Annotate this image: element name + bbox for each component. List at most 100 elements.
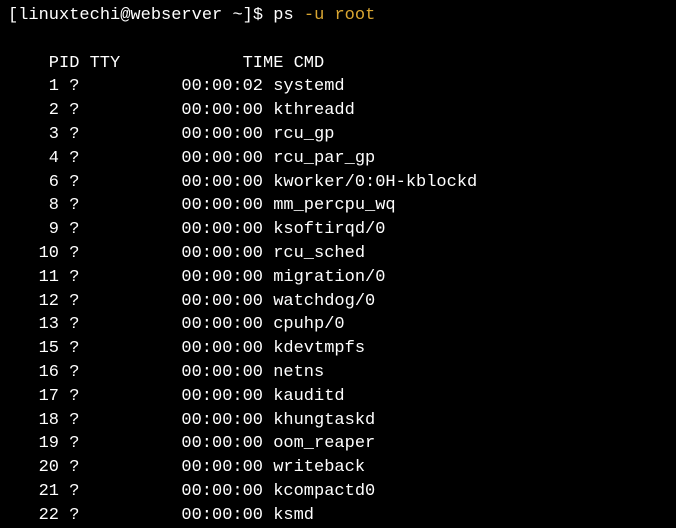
time-value: 00:00:00 xyxy=(100,266,263,290)
table-row: 20?00:00:00writeback xyxy=(8,456,668,480)
ps-output-rows: 1?00:00:02systemd2?00:00:00kthreadd3?00:… xyxy=(8,75,668,527)
time-value: 00:00:00 xyxy=(100,337,263,361)
header-time: TIME xyxy=(120,52,283,76)
table-row: 16?00:00:00netns xyxy=(8,361,668,385)
pid-value: 15 xyxy=(8,337,59,361)
pid-value: 10 xyxy=(8,242,59,266)
tty-value: ? xyxy=(59,266,100,290)
ps-output-header: PIDTTYTIMECMD xyxy=(8,28,668,76)
pid-value: 9 xyxy=(8,218,59,242)
pid-value: 21 xyxy=(8,480,59,504)
prompt-close-bracket: ] xyxy=(243,4,253,28)
tty-value: ? xyxy=(59,123,100,147)
pid-value: 4 xyxy=(8,147,59,171)
cmd-value: khungtaskd xyxy=(263,409,375,433)
tty-value: ? xyxy=(59,171,100,195)
tty-value: ? xyxy=(59,504,100,528)
pid-value: 19 xyxy=(8,432,59,456)
table-row: 4?00:00:00rcu_par_gp xyxy=(8,147,668,171)
pid-value: 16 xyxy=(8,361,59,385)
table-row: 3?00:00:00rcu_gp xyxy=(8,123,668,147)
time-value: 00:00:00 xyxy=(100,194,263,218)
tty-value: ? xyxy=(59,75,100,99)
time-value: 00:00:00 xyxy=(100,480,263,504)
tty-value: ? xyxy=(59,99,100,123)
tty-value: ? xyxy=(59,313,100,337)
cmd-value: migration/0 xyxy=(263,266,385,290)
pid-value: 20 xyxy=(8,456,59,480)
header-tty: TTY xyxy=(79,52,120,76)
cmd-value: kcompactd0 xyxy=(263,480,375,504)
table-row: 15?00:00:00kdevtmpfs xyxy=(8,337,668,361)
cmd-value: ksmd xyxy=(263,504,314,528)
cmd-value: cpuhp/0 xyxy=(263,313,345,337)
pid-value: 2 xyxy=(8,99,59,123)
table-row: 9?00:00:00ksoftirqd/0 xyxy=(8,218,668,242)
pid-value: 8 xyxy=(8,194,59,218)
cmd-value: kdevtmpfs xyxy=(263,337,365,361)
cmd-value: kthreadd xyxy=(263,99,355,123)
table-row: 6?00:00:00kworker/0:0H-kblockd xyxy=(8,171,668,195)
time-value: 00:00:00 xyxy=(100,147,263,171)
table-row: 10?00:00:00rcu_sched xyxy=(8,242,668,266)
time-value: 00:00:02 xyxy=(100,75,263,99)
time-value: 00:00:00 xyxy=(100,218,263,242)
table-row: 17?00:00:00kauditd xyxy=(8,385,668,409)
header-pid: PID xyxy=(28,52,79,76)
pid-value: 13 xyxy=(8,313,59,337)
cmd-value: rcu_par_gp xyxy=(263,147,375,171)
cmd-value: rcu_sched xyxy=(263,242,365,266)
time-value: 00:00:00 xyxy=(100,99,263,123)
time-value: 00:00:00 xyxy=(100,385,263,409)
cmd-value: netns xyxy=(263,361,324,385)
cmd-value: kworker/0:0H-kblockd xyxy=(263,171,477,195)
cmd-value: systemd xyxy=(263,75,345,99)
pid-value: 22 xyxy=(8,504,59,528)
pid-value: 12 xyxy=(8,290,59,314)
time-value: 00:00:00 xyxy=(100,313,263,337)
tty-value: ? xyxy=(59,432,100,456)
pid-value: 3 xyxy=(8,123,59,147)
cmd-value: ksoftirqd/0 xyxy=(263,218,385,242)
pid-value: 6 xyxy=(8,171,59,195)
tty-value: ? xyxy=(59,218,100,242)
tty-value: ? xyxy=(59,242,100,266)
prompt-path: ~ xyxy=(222,4,242,28)
cmd-value: mm_percpu_wq xyxy=(263,194,396,218)
table-row: 12?00:00:00watchdog/0 xyxy=(8,290,668,314)
prompt-dollar: $ xyxy=(253,4,273,28)
tty-value: ? xyxy=(59,337,100,361)
time-value: 00:00:00 xyxy=(100,361,263,385)
time-value: 00:00:00 xyxy=(100,504,263,528)
time-value: 00:00:00 xyxy=(100,290,263,314)
command-args: -u root xyxy=(304,4,375,28)
tty-value: ? xyxy=(59,290,100,314)
time-value: 00:00:00 xyxy=(100,242,263,266)
tty-value: ? xyxy=(59,409,100,433)
tty-value: ? xyxy=(59,194,100,218)
cmd-value: watchdog/0 xyxy=(263,290,375,314)
table-row: 1?00:00:02systemd xyxy=(8,75,668,99)
header-cmd: CMD xyxy=(283,52,324,76)
tty-value: ? xyxy=(59,456,100,480)
time-value: 00:00:00 xyxy=(100,123,263,147)
pid-value: 18 xyxy=(8,409,59,433)
table-row: 13?00:00:00cpuhp/0 xyxy=(8,313,668,337)
time-value: 00:00:00 xyxy=(100,432,263,456)
cmd-value: kauditd xyxy=(263,385,345,409)
table-row: 19?00:00:00oom_reaper xyxy=(8,432,668,456)
table-row: 11?00:00:00migration/0 xyxy=(8,266,668,290)
tty-value: ? xyxy=(59,480,100,504)
table-row: 2?00:00:00kthreadd xyxy=(8,99,668,123)
time-value: 00:00:00 xyxy=(100,171,263,195)
pid-value: 17 xyxy=(8,385,59,409)
tty-value: ? xyxy=(59,147,100,171)
pid-value: 1 xyxy=(8,75,59,99)
tty-value: ? xyxy=(59,385,100,409)
cmd-value: oom_reaper xyxy=(263,432,375,456)
shell-prompt[interactable]: [linuxtechi@webserver ~]$ ps -u root xyxy=(8,4,668,28)
cmd-value: rcu_gp xyxy=(263,123,334,147)
table-row: 21?00:00:00kcompactd0 xyxy=(8,480,668,504)
time-value: 00:00:00 xyxy=(100,456,263,480)
table-row: 8?00:00:00mm_percpu_wq xyxy=(8,194,668,218)
